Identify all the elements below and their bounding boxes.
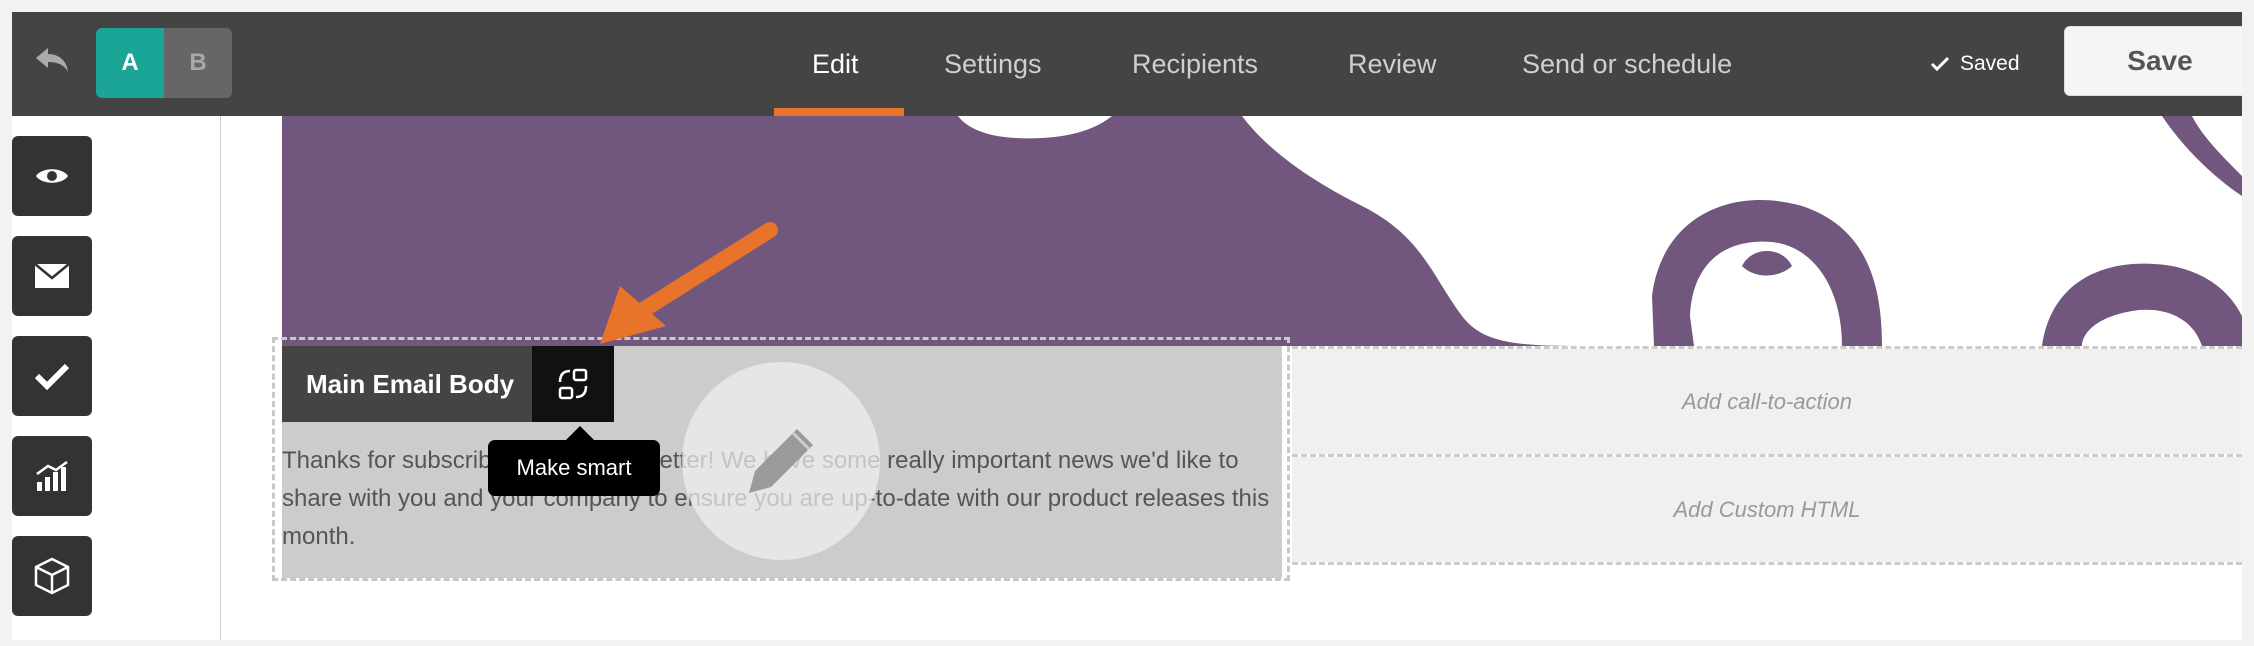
make-smart-button[interactable] xyxy=(532,346,614,422)
active-tab-indicator xyxy=(774,108,904,116)
preview-tool-button[interactable] xyxy=(12,136,92,216)
saved-status: Saved xyxy=(1930,12,2020,116)
email-tool-button[interactable] xyxy=(12,236,92,316)
tab-send-or-schedule[interactable]: Send or schedule xyxy=(1522,12,1732,116)
modules-tool-button[interactable] xyxy=(12,536,92,616)
tab-settings[interactable]: Settings xyxy=(944,12,1042,116)
tooltip-caret xyxy=(566,426,594,440)
tab-review[interactable]: Review xyxy=(1348,12,1437,116)
make-smart-icon xyxy=(558,368,588,400)
analytics-tool-button[interactable] xyxy=(12,436,92,516)
envelope-icon xyxy=(34,263,70,288)
box-icon xyxy=(34,557,70,595)
header-image[interactable] xyxy=(282,116,2242,346)
html-module-bottom-border xyxy=(1292,562,2242,565)
back-button[interactable] xyxy=(26,38,78,82)
email-editor-window: A B Edit Settings Recipients Review Send… xyxy=(12,12,2242,640)
check-tool-button[interactable] xyxy=(12,336,92,416)
undo-arrow-icon xyxy=(36,48,68,72)
ab-test-toggle: A B xyxy=(96,28,232,98)
saved-label: Saved xyxy=(1960,52,2020,75)
checkmark-icon xyxy=(34,363,70,390)
pencil-icon xyxy=(749,429,813,493)
add-call-to-action-module[interactable]: Add call-to-action xyxy=(1292,349,2242,454)
variant-a-button[interactable]: A xyxy=(96,28,164,98)
edit-module-button[interactable] xyxy=(682,362,880,560)
top-toolbar: A B Edit Settings Recipients Review Send… xyxy=(12,12,2242,116)
add-custom-html-module[interactable]: Add Custom HTML xyxy=(1292,457,2242,562)
eye-icon xyxy=(36,169,68,183)
tab-recipients[interactable]: Recipients xyxy=(1132,12,1258,116)
variant-b-button[interactable]: B xyxy=(164,28,232,98)
chart-icon xyxy=(36,460,68,491)
save-button[interactable]: Save xyxy=(2064,26,2242,96)
decorative-pattern xyxy=(958,116,2242,346)
make-smart-tooltip: Make smart xyxy=(488,440,660,496)
tab-edit[interactable]: Edit xyxy=(812,12,859,116)
check-icon xyxy=(1930,56,1950,72)
module-title: Main Email Body xyxy=(282,346,532,422)
sidebar-divider xyxy=(220,116,221,640)
